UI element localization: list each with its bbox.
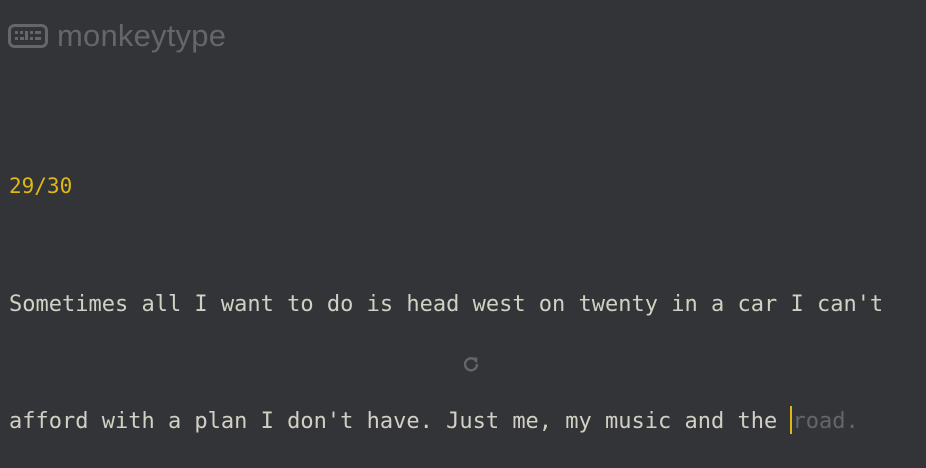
restart-test-button[interactable] [461, 354, 481, 374]
site-header: monkeytype [8, 18, 226, 54]
logo-text[interactable]: monkeytype [57, 18, 226, 54]
words-line-1: Sometimes all I want to do is head west … [9, 292, 884, 317]
untyped-words: road. [792, 409, 859, 434]
typing-test-words[interactable]: Sometimes all I want to do is head west … [9, 207, 926, 468]
word-counter: 29/30 [9, 174, 73, 198]
restart-icon [461, 354, 481, 374]
typed-words: afford with a plan I don't have. Just me… [9, 409, 791, 434]
words-line-2: afford with a plan I don't have. Just me… [9, 402, 926, 441]
keyboard-icon[interactable] [8, 24, 48, 48]
